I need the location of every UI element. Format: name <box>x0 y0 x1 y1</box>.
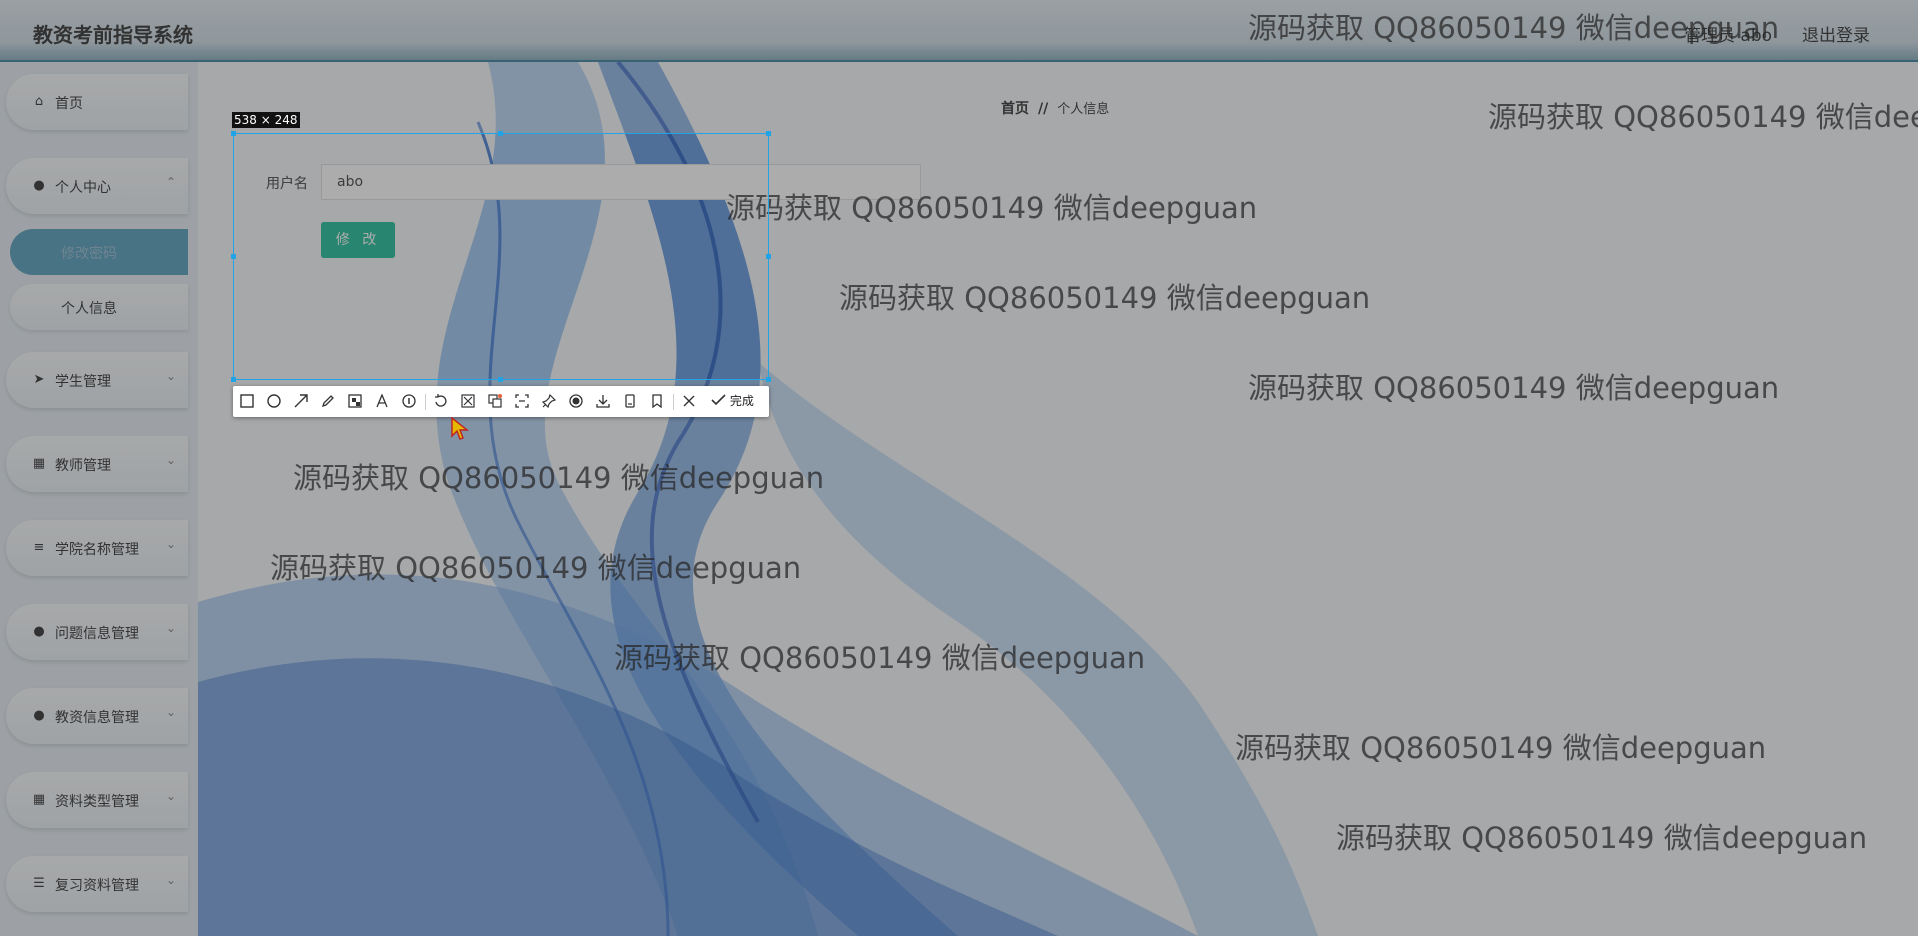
undo-icon[interactable] <box>430 386 452 417</box>
chevron-down-icon: ⌄ <box>165 537 176 551</box>
sidebar-item-label: 教师管理 <box>55 458 111 474</box>
capture-selection-frame[interactable] <box>233 133 769 380</box>
sidebar-item-label: 资料类型管理 <box>55 794 139 810</box>
resize-handle[interactable] <box>231 254 236 259</box>
sidebar-item-label: 复习资料管理 <box>55 878 139 894</box>
number-marker-icon[interactable] <box>398 386 420 417</box>
breadcrumb-home[interactable]: 首页 <box>1001 101 1029 117</box>
breadcrumb: 首页 // 个人信息 <box>1001 98 1109 118</box>
sidebar-item-personal-center[interactable]: ● 个人中心 ⌃ <box>6 158 188 214</box>
chevron-down-icon: ⌄ <box>165 705 176 719</box>
user-icon: ● <box>33 178 45 193</box>
sidebar-subitem-personal-info[interactable]: 个人信息 <box>10 284 188 330</box>
pencil-icon[interactable] <box>317 386 339 417</box>
resize-handle[interactable] <box>231 377 236 382</box>
app-title: 教资考前指导系统 <box>33 23 193 47</box>
user-icon: ● <box>33 624 45 639</box>
pin-icon[interactable] <box>538 386 560 417</box>
chevron-down-icon: ⌄ <box>165 453 176 467</box>
sidebar-subitem-label: 个人信息 <box>61 301 117 317</box>
sidebar-item-teaching-info[interactable]: ● 教资信息管理 ⌄ <box>6 688 188 744</box>
resize-handle[interactable] <box>766 377 771 382</box>
chevron-up-icon: ⌃ <box>165 175 176 189</box>
check-icon <box>711 394 726 408</box>
done-label: 完成 <box>729 394 754 408</box>
sidebar-item-material-types[interactable]: ▦ 资料类型管理 ⌄ <box>6 772 188 828</box>
phone-icon[interactable] <box>619 386 641 417</box>
toolbar-divider <box>425 394 426 410</box>
bookmark-icon[interactable] <box>646 386 668 417</box>
chevron-down-icon: ⌄ <box>165 621 176 635</box>
chevron-down-icon: ⌄ <box>165 873 176 887</box>
logout-link[interactable]: 退出登录 <box>1802 21 1870 46</box>
sidebar-subitem-label: 修改密码 <box>61 246 117 262</box>
sidebar-item-questions[interactable]: ● 问题信息管理 ⌄ <box>6 604 188 660</box>
sidebar-item-teachers[interactable]: ▦ 教师管理 ⌄ <box>6 436 188 492</box>
sliders-icon: ≡ <box>33 540 45 555</box>
grid-icon: ▦ <box>32 792 46 807</box>
resize-handle[interactable] <box>766 254 771 259</box>
mosaic-icon[interactable] <box>344 386 366 417</box>
sidebar-item-label: 问题信息管理 <box>55 626 139 642</box>
sidebar-item-label: 个人中心 <box>55 180 111 196</box>
sidebar-item-label: 教资信息管理 <box>55 710 139 726</box>
resize-handle[interactable] <box>766 131 771 136</box>
home-icon: ⌂ <box>34 94 44 109</box>
ellipse-icon[interactable] <box>263 386 285 417</box>
grid-icon: ▦ <box>32 456 46 471</box>
sidebar-item-home[interactable]: ⌂ 首页 <box>6 74 188 130</box>
mouse-cursor-icon <box>451 417 469 440</box>
translate-icon[interactable] <box>484 386 506 417</box>
list-icon: ☰ <box>33 876 45 891</box>
chevron-down-icon: ⌄ <box>165 789 176 803</box>
breadcrumb-separator: // <box>1038 101 1049 117</box>
ocr-icon[interactable] <box>511 386 533 417</box>
paper-plane-icon: ➤ <box>33 372 45 387</box>
admin-label: 管理员 abo <box>1684 26 1773 46</box>
sidebar-item-review-materials[interactable]: ☰ 复习资料管理 ⌄ <box>6 856 188 912</box>
sidebar-item-students[interactable]: ➤ 学生管理 ⌄ <box>6 352 188 408</box>
resize-handle[interactable] <box>231 131 236 136</box>
sidebar: ⌂ 首页 ● 个人中心 ⌃ 修改密码 个人信息 ➤ 学生管理 ⌄ ▦ 教师管理 … <box>0 62 198 936</box>
resize-handle[interactable] <box>498 377 503 382</box>
download-icon[interactable] <box>592 386 614 417</box>
top-header: 教资考前指导系统 管理员 abo 退出登录 <box>0 0 1918 62</box>
toolbar-divider <box>673 394 674 410</box>
capture-size-label: 538 × 248 <box>232 112 300 128</box>
text-icon[interactable] <box>371 386 393 417</box>
capture-toolbar: 完成 <box>233 386 769 417</box>
chevron-down-icon: ⌄ <box>165 369 176 383</box>
breadcrumb-current: 个人信息 <box>1057 102 1110 117</box>
scissors-icon[interactable] <box>457 386 479 417</box>
sidebar-item-colleges[interactable]: ≡ 学院名称管理 ⌄ <box>6 520 188 576</box>
sidebar-subitem-change-password[interactable]: 修改密码 <box>10 229 188 275</box>
user-tie-icon: ● <box>33 708 45 723</box>
done-button[interactable]: 完成 <box>711 386 754 417</box>
rectangle-icon[interactable] <box>236 386 258 417</box>
sidebar-item-label: 首页 <box>55 96 83 112</box>
close-icon[interactable] <box>678 386 700 417</box>
sidebar-item-label: 学生管理 <box>55 374 111 390</box>
record-icon[interactable] <box>565 386 587 417</box>
resize-handle[interactable] <box>498 131 503 136</box>
arrow-icon[interactable] <box>290 386 312 417</box>
sidebar-item-label: 学院名称管理 <box>55 542 139 558</box>
